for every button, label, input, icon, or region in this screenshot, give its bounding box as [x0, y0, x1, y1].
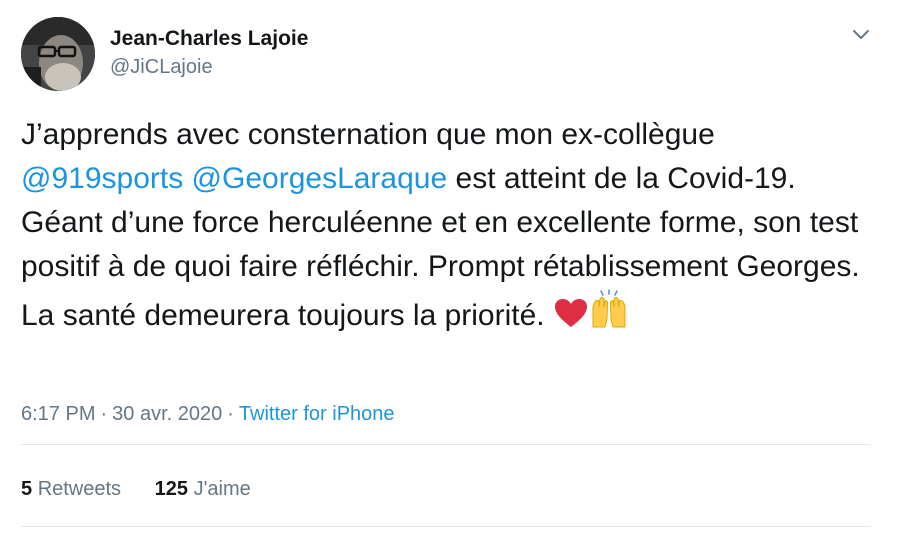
raising-hands-icon: [589, 289, 629, 342]
retweets-count: 5: [21, 478, 33, 500]
profile-photo-icon: [21, 17, 95, 91]
likes-label: J'aime: [193, 478, 251, 500]
tweet-stats: 5 Retweets 125 J'aime: [21, 476, 279, 502]
tweet-card: Jean-Charles Lajoie @JiCLajoie J’apprend…: [0, 0, 902, 546]
likes-stat[interactable]: 125 J'aime: [155, 476, 251, 502]
tweet-meta: 6:17 PM · 30 avr. 2020 · Twitter for iPhone: [21, 401, 395, 427]
divider: [21, 526, 871, 527]
retweets-label: Retweets: [37, 478, 122, 500]
meta-separator: ·: [100, 403, 108, 425]
red-heart-icon: [553, 297, 589, 342]
divider: [21, 444, 871, 445]
author-info[interactable]: Jean-Charles Lajoie @JiCLajoie: [110, 26, 308, 80]
tweet-date[interactable]: 30 avr. 2020: [112, 403, 222, 425]
tweet-time[interactable]: 6:17 PM: [21, 403, 95, 425]
avatar[interactable]: [21, 17, 95, 91]
likes-count: 125: [154, 478, 188, 500]
tweet-source-link[interactable]: Twitter for iPhone: [239, 403, 395, 425]
author-display-name[interactable]: Jean-Charles Lajoie: [110, 26, 308, 52]
tweet-text: J’apprends avec consternation que mon ex…: [21, 113, 881, 342]
author-handle[interactable]: @JiCLajoie: [110, 54, 308, 80]
mention-link[interactable]: @GeorgesLaraque: [192, 162, 448, 195]
chevron-down-icon[interactable]: [852, 28, 870, 42]
meta-separator: ·: [227, 403, 234, 425]
tweet-text-part: J’apprends avec consternation que mon ex…: [21, 118, 715, 151]
mention-link[interactable]: @919sports: [21, 162, 183, 195]
retweets-stat[interactable]: 5 Retweets: [21, 476, 121, 502]
